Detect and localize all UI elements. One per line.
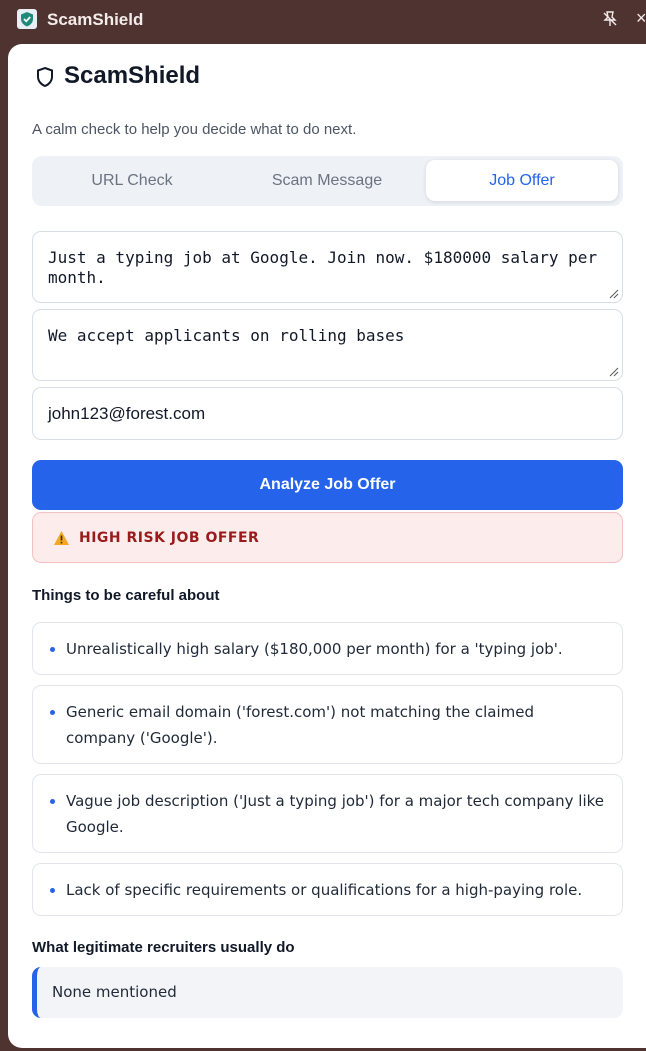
list-item-text: Unrealistically high salary ($180,000 pe… (66, 640, 563, 658)
bullet-icon (50, 647, 55, 652)
close-icon[interactable]: × (636, 8, 646, 29)
list-item-text: Vague job description ('Just a typing jo… (66, 792, 604, 836)
job-description-textarea[interactable]: Just a typing job at Google. Join now. $… (32, 231, 623, 303)
list-item: Unrealistically high salary ($180,000 pe… (32, 622, 623, 675)
extra-details-textarea[interactable]: We accept applicants on rolling bases (32, 309, 623, 381)
warning-icon (54, 531, 69, 545)
tab-scam-message[interactable]: Scam Message (231, 160, 423, 201)
careful-heading: Things to be careful about (32, 587, 220, 604)
shield-logo-icon (17, 9, 37, 29)
legit-recruiters-box: None mentioned (32, 967, 623, 1018)
pin-icon[interactable] (601, 10, 619, 28)
bullet-icon (50, 710, 55, 715)
list-item: Lack of specific requirements or qualifi… (32, 863, 623, 916)
extra-details-value: We accept applicants on rolling bases (48, 326, 405, 345)
bullet-icon (50, 799, 55, 804)
list-item: Vague job description ('Just a typing jo… (32, 774, 623, 853)
risk-banner: HIGH RISK JOB OFFER (32, 512, 623, 563)
app-title: ScamShield (64, 62, 201, 89)
list-item-text: Generic email domain ('forest.com') not … (66, 703, 535, 747)
window-titlebar: ScamShield × (0, 0, 646, 40)
resize-handle-icon[interactable] (609, 367, 619, 377)
app-subtitle: A calm check to help you decide what to … (32, 121, 357, 138)
job-description-value: Just a typing job at Google. Join now. $… (48, 248, 598, 287)
tab-url-check[interactable]: URL Check (36, 160, 228, 201)
risk-label: HIGH RISK JOB OFFER (79, 530, 260, 546)
app-panel: ScamShield A calm check to help you deci… (8, 44, 646, 1048)
check-type-tabs: URL Check Scam Message Job Offer (32, 156, 623, 206)
analyze-job-offer-button[interactable]: Analyze Job Offer (32, 460, 623, 510)
list-item: Generic email domain ('forest.com') not … (32, 685, 623, 764)
legit-heading: What legitimate recruiters usually do (32, 939, 295, 956)
bullet-icon (50, 888, 55, 893)
window-title: ScamShield (47, 10, 144, 29)
shield-icon (37, 66, 53, 88)
list-item-text: Lack of specific requirements or qualifi… (66, 881, 583, 899)
recruiter-email-input[interactable]: john123@forest.com (32, 387, 623, 440)
resize-handle-icon[interactable] (609, 289, 619, 299)
tab-job-offer[interactable]: Job Offer (426, 160, 618, 201)
